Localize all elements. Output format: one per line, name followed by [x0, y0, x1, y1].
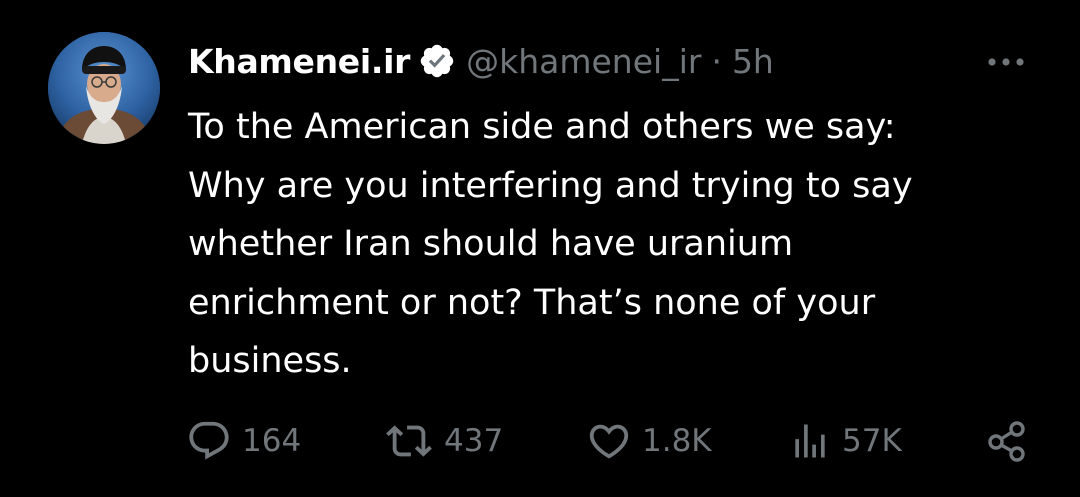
display-name[interactable]: Khamenei.ir [188, 42, 410, 81]
tweet[interactable]: Khamenei.ir @khamenei_ir · 5h To the Ame… [0, 0, 1080, 497]
views-button[interactable]: 57K [788, 412, 902, 470]
tweet-text: To the American side and others we say: … [188, 107, 913, 381]
reply-icon [189, 421, 229, 460]
avatar[interactable] [48, 32, 160, 144]
views-icon [795, 424, 825, 458]
action-bar: 164 437 1.8K 57K [0, 412, 1080, 470]
avatar-portrait [48, 32, 160, 144]
share-button[interactable] [984, 412, 1030, 470]
like-button[interactable]: 1.8K [586, 412, 712, 470]
retweet-count: 437 [444, 423, 504, 459]
retweet-icon [386, 425, 432, 457]
separator-dot: · [711, 41, 722, 81]
timestamp[interactable]: 5h [732, 42, 774, 81]
reply-count: 164 [242, 423, 302, 459]
tweet-header: Khamenei.ir @khamenei_ir · 5h [188, 36, 774, 86]
reply-button[interactable]: 164 [186, 412, 301, 470]
verified-badge-icon[interactable] [418, 42, 456, 80]
like-count: 1.8K [642, 423, 712, 459]
more-options-icon[interactable] [984, 52, 1028, 72]
retweet-button[interactable]: 437 [384, 412, 503, 470]
views-count: 57K [842, 423, 902, 459]
share-icon [988, 421, 1025, 462]
handle[interactable]: @khamenei_ir [466, 42, 701, 81]
heart-icon [589, 424, 629, 459]
